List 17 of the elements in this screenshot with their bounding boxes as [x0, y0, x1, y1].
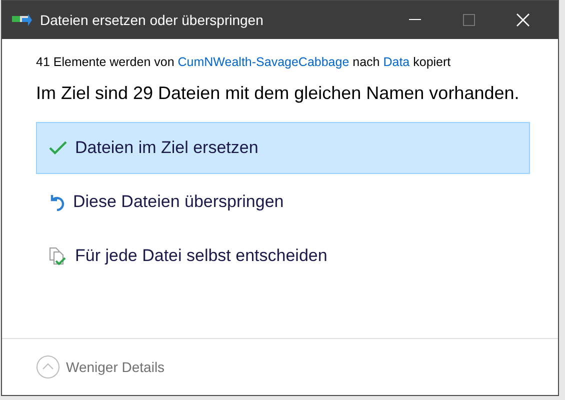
folder-link[interactable]: CumNWealth-SavageCabbage [178, 55, 350, 69]
folder-link[interactable]: Data [383, 55, 410, 69]
maximize-icon [463, 14, 475, 26]
checkmark-icon [49, 141, 67, 155]
close-icon [516, 13, 530, 27]
chevron-up-icon [36, 355, 60, 379]
fewer-details-button[interactable]: Weniger Details [36, 355, 165, 379]
undo-arrow-icon [49, 193, 65, 211]
window-title: Dateien ersetzen oder überspringen [40, 12, 264, 28]
choice-option[interactable]: Diese Dateien überspringen [36, 176, 530, 228]
copy-files-icon [12, 13, 32, 27]
copy-summary: 41 Elemente werden von CumNWealth-SavageCabbage nach Data kopiert [36, 55, 452, 69]
conflict-heading: Im Ziel sind 29 Dateien mit dem gleichen Namen vorhanden. [36, 82, 520, 105]
choice-option[interactable]: Dateien im Ziel ersetzen [36, 122, 530, 174]
choice-option[interactable]: Für jede Datei selbst entscheiden [36, 230, 530, 282]
documents-check-icon [49, 247, 67, 265]
minimize-icon [409, 19, 421, 21]
